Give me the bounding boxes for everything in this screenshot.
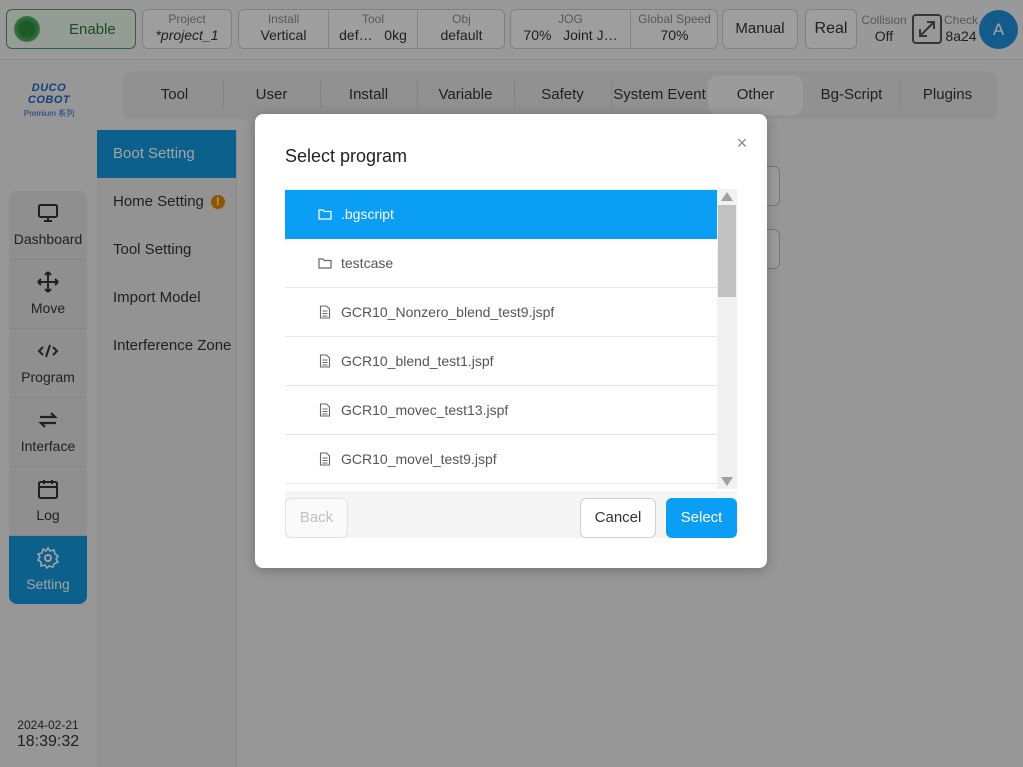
file-row[interactable]: .bgscript (285, 190, 717, 239)
document-icon (318, 305, 332, 319)
scroll-down-arrow-icon[interactable] (721, 477, 733, 486)
scrollbar-thumb[interactable] (718, 205, 736, 297)
close-icon[interactable]: × (733, 134, 751, 152)
file-row[interactable]: GCR10_movel_test9.jspf (285, 435, 717, 484)
document-icon (318, 403, 332, 417)
file-name: .bgscript (341, 206, 394, 222)
select-button[interactable]: Select (666, 498, 737, 538)
scroll-up-arrow-icon[interactable] (721, 192, 733, 201)
folder-icon (318, 207, 332, 221)
file-list-scrollbar[interactable] (717, 189, 737, 489)
document-icon (318, 354, 332, 368)
file-name: GCR10_movec_test13.jspf (341, 402, 509, 418)
cancel-button[interactable]: Cancel (580, 498, 656, 538)
dialog-title: Select program (285, 146, 408, 166)
file-row[interactable]: GCR10_Nonzero_blend_test9.jspf (285, 288, 717, 337)
file-row[interactable]: testcase (285, 239, 717, 288)
select-program-dialog: Select program × .bgscript testcase GCR1… (255, 114, 767, 568)
file-list: .bgscript testcase GCR10_Nonzero_blend_t… (285, 189, 717, 487)
file-row[interactable]: GCR10_movec_test13.jspf (285, 386, 717, 435)
folder-icon (318, 256, 332, 270)
file-name: GCR10_Nonzero_blend_test9.jspf (341, 304, 555, 320)
file-name: GCR10_movel_test9.jspf (341, 451, 497, 467)
file-row[interactable]: GCR10_blend_test1.jspf (285, 337, 717, 386)
document-icon (318, 452, 332, 466)
file-name: GCR10_blend_test1.jspf (341, 353, 494, 369)
file-name: testcase (341, 255, 394, 271)
back-button[interactable]: Back (285, 498, 348, 538)
